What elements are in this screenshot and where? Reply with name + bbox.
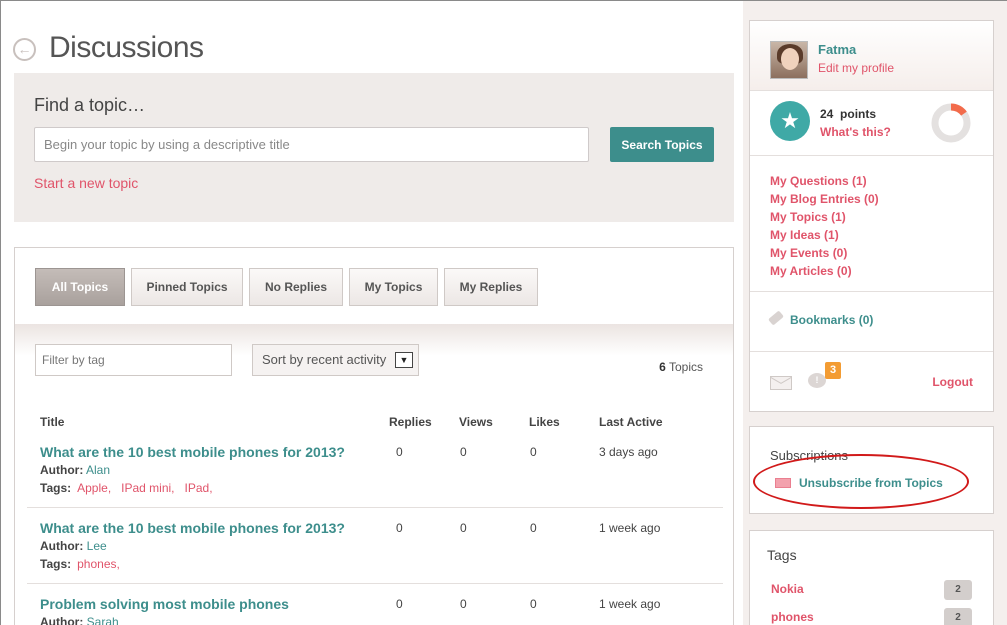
whats-this-link[interactable]: What's this? xyxy=(820,125,891,139)
column-likes: Likes xyxy=(529,415,560,429)
points-display: 24 points xyxy=(820,107,876,121)
topic-count-label: Topics xyxy=(665,360,703,374)
author-label: Author: xyxy=(40,463,84,477)
divider xyxy=(750,351,993,352)
row-divider xyxy=(27,583,723,584)
tag-link-phones[interactable]: phones xyxy=(771,610,814,624)
author-label: Author: xyxy=(40,615,84,625)
topic-tags: Tags: phones, xyxy=(40,557,124,571)
star-icon: ★ xyxy=(770,101,810,141)
my-events-link[interactable]: My Events (0) xyxy=(770,246,847,260)
table-row: What are the 10 best mobile phones for 2… xyxy=(27,514,723,582)
back-arrow-icon[interactable]: ← xyxy=(13,38,36,61)
topic-search-input[interactable] xyxy=(34,127,589,162)
column-views: Views xyxy=(459,415,493,429)
chat-bubble-icon[interactable]: ! xyxy=(808,373,826,388)
tag-link[interactable]: Apple, xyxy=(77,481,111,495)
last-active: 1 week ago xyxy=(599,521,661,535)
bookmark-icon xyxy=(768,310,784,326)
profile-name-link[interactable]: Fatma xyxy=(818,42,856,57)
tag-link[interactable]: IPad mini, xyxy=(121,481,174,495)
edit-profile-link[interactable]: Edit my profile xyxy=(818,61,894,75)
row-divider xyxy=(27,507,723,508)
chevron-down-icon[interactable]: ▼ xyxy=(395,352,413,368)
topic-tags: Tags: Apple, IPad mini, IPad, xyxy=(40,481,217,495)
points-value: 24 xyxy=(820,107,834,121)
filter-bar: Sort by recent activity ▼ 6 Topics xyxy=(15,324,733,394)
find-topic-label: Find a topic… xyxy=(34,95,146,115)
topic-title-link[interactable]: What are the 10 best mobile phones for 2… xyxy=(40,444,345,460)
points-label: points xyxy=(840,107,877,121)
topics-panel: All Topics Pinned Topics No Replies My T… xyxy=(14,247,734,625)
find-topic-panel: Find a topic… Search Topics Start a new … xyxy=(14,73,734,222)
topic-author: Author: Alan xyxy=(40,463,110,477)
tag-count-badge: 2 xyxy=(944,580,972,600)
topic-title-link[interactable]: Problem solving most mobile phones xyxy=(40,596,289,612)
notification-badge: 3 xyxy=(825,362,841,379)
column-title: Title xyxy=(40,415,65,429)
tags-title: Tags xyxy=(767,547,797,563)
avatar-face-shape xyxy=(781,48,799,70)
bookmarks-link[interactable]: Bookmarks (0) xyxy=(790,313,873,327)
sort-value: Sort by recent activity xyxy=(262,352,387,367)
tab-no-replies[interactable]: No Replies xyxy=(249,268,343,306)
table-row: What are the 10 best mobile phones for 2… xyxy=(27,438,723,506)
my-articles-link[interactable]: My Articles (0) xyxy=(770,264,852,278)
views-count: 0 xyxy=(460,445,467,459)
topic-title-link[interactable]: What are the 10 best mobile phones for 2… xyxy=(40,520,345,536)
logout-link[interactable]: Logout xyxy=(932,375,973,389)
divider xyxy=(750,155,993,156)
tag-filter-input[interactable] xyxy=(35,344,232,376)
my-questions-link[interactable]: My Questions (1) xyxy=(770,174,867,188)
column-replies: Replies xyxy=(389,415,432,429)
mail-icon[interactable] xyxy=(770,376,792,390)
tab-all-topics[interactable]: All Topics xyxy=(35,268,125,306)
tags-card: Tags Nokia 2 phones 2 xyxy=(749,530,994,625)
profile-card: Fatma Edit my profile ★ 24 points What's… xyxy=(749,20,994,412)
topic-count: 6 Topics xyxy=(659,360,703,374)
tag-link[interactable]: phones, xyxy=(77,557,120,571)
search-topics-button[interactable]: Search Topics xyxy=(610,127,714,162)
author-link[interactable]: Lee xyxy=(87,539,107,553)
tags-label: Tags: xyxy=(40,557,72,571)
replies-count: 0 xyxy=(396,597,403,611)
topic-author: Author: Sarah xyxy=(40,615,119,625)
column-last-active: Last Active xyxy=(599,415,663,429)
author-link[interactable]: Alan xyxy=(86,463,110,477)
my-topics-link[interactable]: My Topics (1) xyxy=(770,210,846,224)
avatar[interactable] xyxy=(770,41,808,79)
tab-my-topics[interactable]: My Topics xyxy=(349,268,438,306)
divider xyxy=(750,291,993,292)
author-label: Author: xyxy=(40,539,84,553)
topic-count-number: 6 xyxy=(659,360,666,374)
my-blog-entries-link[interactable]: My Blog Entries (0) xyxy=(770,192,879,206)
likes-count: 0 xyxy=(530,597,537,611)
points-progress-donut xyxy=(931,103,971,143)
start-new-topic-link[interactable]: Start a new topic xyxy=(34,175,138,191)
author-link[interactable]: Sarah xyxy=(87,615,119,625)
last-active: 1 week ago xyxy=(599,597,661,611)
topic-author: Author: Lee xyxy=(40,539,107,553)
tab-pinned-topics[interactable]: Pinned Topics xyxy=(131,268,243,306)
tab-my-replies[interactable]: My Replies xyxy=(444,268,538,306)
last-active: 3 days ago xyxy=(599,445,658,459)
main-content: ← Discussions Find a topic… Search Topic… xyxy=(1,1,743,625)
topic-tabs: All Topics Pinned Topics No Replies My T… xyxy=(15,248,733,324)
views-count: 0 xyxy=(460,597,467,611)
likes-count: 0 xyxy=(530,521,537,535)
replies-count: 0 xyxy=(396,521,403,535)
replies-count: 0 xyxy=(396,445,403,459)
table-row: Problem solving most mobile phones Autho… xyxy=(27,590,723,625)
page-title: Discussions xyxy=(49,31,204,64)
sort-dropdown[interactable]: Sort by recent activity ▼ xyxy=(252,344,419,376)
tag-count-badge: 2 xyxy=(944,608,972,625)
profile-header: Fatma Edit my profile xyxy=(750,21,993,91)
views-count: 0 xyxy=(460,521,467,535)
tag-link-nokia[interactable]: Nokia xyxy=(771,582,804,596)
highlight-oval xyxy=(753,454,969,509)
my-ideas-link[interactable]: My Ideas (1) xyxy=(770,228,839,242)
tag-link[interactable]: IPad, xyxy=(185,481,213,495)
likes-count: 0 xyxy=(530,445,537,459)
tags-label: Tags: xyxy=(40,481,72,495)
